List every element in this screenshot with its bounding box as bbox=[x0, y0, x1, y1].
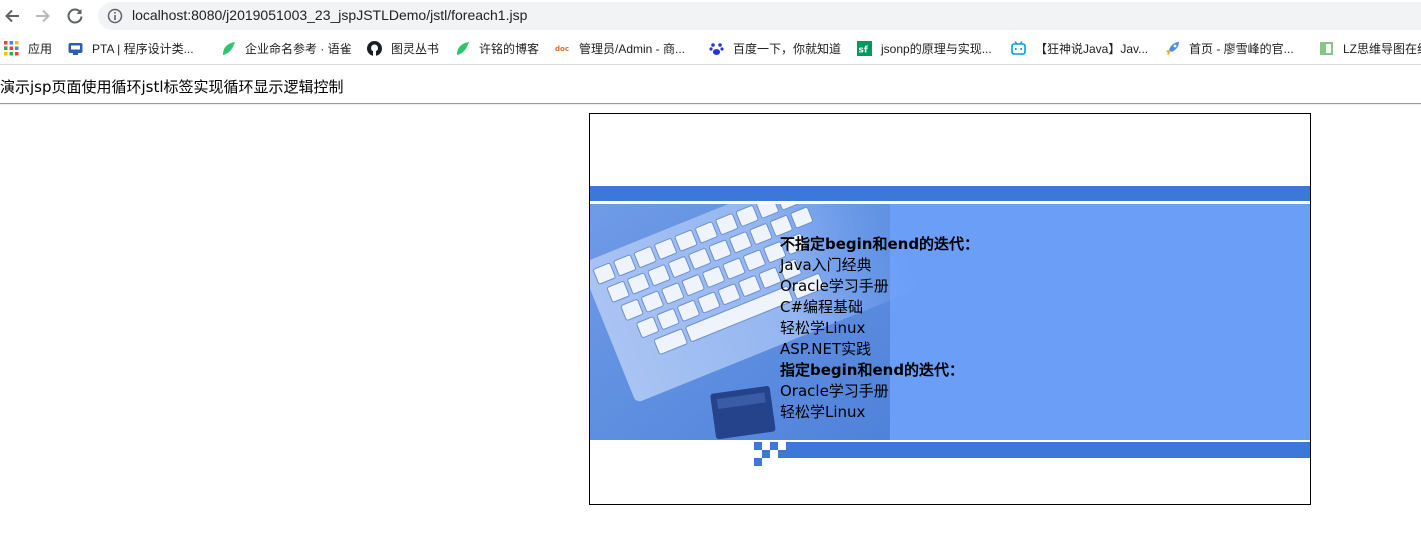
bookmark-label: 应用 bbox=[28, 41, 53, 56]
bookmark-label: 企业命名参考 · 语雀 bbox=[245, 41, 352, 56]
checker-square bbox=[778, 450, 786, 458]
bookmark-label: LZ思维导图在线 bbox=[1343, 41, 1421, 56]
address-bar[interactable]: localhost:8080/j2019051003_23_jspJSTLDem… bbox=[98, 2, 1421, 30]
bookmark-label: 管理员/Admin - 商... bbox=[579, 41, 686, 56]
book-item: Java入门经典 bbox=[780, 256, 872, 274]
reload-button[interactable] bbox=[63, 4, 87, 28]
bookmark-label: PTA | 程序设计类... bbox=[92, 41, 194, 56]
browser-toolbar: localhost:8080/j2019051003_23_jspJSTLDem… bbox=[0, 0, 1421, 32]
reload-icon bbox=[67, 8, 83, 24]
pta-icon bbox=[68, 42, 83, 55]
iteration-output: 不指定begin和end的迭代： Java入门经典 Oracle学习手册 C#编… bbox=[780, 234, 979, 423]
yuque-icon bbox=[223, 41, 235, 55]
segmentfault-icon: sf bbox=[857, 40, 872, 56]
horizontal-rule bbox=[0, 103, 1421, 105]
bookmark-admin[interactable]: doc 管理员/Admin - 商... bbox=[555, 39, 685, 57]
info-icon[interactable] bbox=[107, 8, 123, 24]
bookmark-kuangshen[interactable]: 【狂神说Java】Jav... bbox=[1011, 39, 1148, 57]
bookmark-apps[interactable]: 应用 bbox=[4, 39, 52, 57]
section-heading-bounded: 指定begin和end的迭代： bbox=[780, 361, 965, 379]
banner-bottom-band bbox=[786, 442, 1310, 458]
bookmark-label: 许铭的博客 bbox=[479, 41, 540, 56]
book-item: 轻松学Linux bbox=[780, 319, 866, 337]
book-item: C#编程基础 bbox=[780, 298, 864, 316]
bookmark-turing[interactable]: 图灵丛书 bbox=[367, 39, 439, 57]
svg-text:sf: sf bbox=[859, 45, 868, 55]
back-button[interactable] bbox=[0, 4, 24, 28]
checker-square bbox=[770, 442, 778, 450]
bookmark-yuque[interactable]: 企业命名参考 · 语雀 bbox=[221, 39, 352, 57]
arrow-left-icon bbox=[5, 9, 19, 23]
content-table: 不指定begin和end的迭代： Java入门经典 Oracle学习手册 C#编… bbox=[589, 113, 1311, 505]
section-heading-unbounded: 不指定begin和end的迭代： bbox=[780, 235, 980, 253]
bookmark-label: 图灵丛书 bbox=[391, 41, 440, 56]
bookmark-label: 首页 - 廖雪峰的官... bbox=[1189, 41, 1294, 56]
doc-icon: doc bbox=[555, 45, 569, 53]
checker-square bbox=[762, 450, 770, 458]
forward-button[interactable] bbox=[31, 4, 55, 28]
bookmark-liaoxuefeng[interactable]: 首页 - 廖雪峰的官... bbox=[1165, 39, 1294, 57]
bookmark-pta[interactable]: PTA | 程序设计类... bbox=[68, 39, 194, 57]
url-text[interactable]: localhost:8080/j2019051003_23_jspJSTLDem… bbox=[132, 7, 527, 23]
book-item: Oracle学习手册 bbox=[780, 277, 889, 295]
bookmark-jsonp[interactable]: sf jsonp的原理与实现... bbox=[857, 39, 992, 57]
github-icon bbox=[367, 40, 382, 56]
page-title: 演示jsp页面使用循环jstl标签实现循环显示逻辑控制 bbox=[0, 78, 344, 96]
checker-square bbox=[754, 442, 762, 450]
bookmark-baidu[interactable]: 百度一下，你就知道 bbox=[709, 39, 841, 57]
mindmap-icon bbox=[1320, 41, 1333, 55]
book-item: ASP.NET实践 bbox=[780, 340, 872, 358]
svg-text:doc: doc bbox=[555, 45, 569, 53]
book-item: 轻松学Linux bbox=[780, 403, 866, 421]
baidu-paw-icon bbox=[709, 42, 724, 55]
rocket-icon bbox=[1166, 41, 1179, 55]
bookmark-label: 【狂神说Java】Jav... bbox=[1035, 41, 1149, 56]
book-item: Oracle学习手册 bbox=[780, 382, 889, 400]
yuque-icon bbox=[457, 41, 469, 55]
bookmark-label: 百度一下，你就知道 bbox=[733, 41, 842, 56]
bookmark-lz-mindmap[interactable]: LZ思维导图在线 bbox=[1319, 39, 1421, 57]
bookmark-xuming-blog[interactable]: 许铭的博客 bbox=[455, 39, 539, 57]
apps-grid-icon bbox=[4, 40, 19, 55]
bookmark-label: jsonp的原理与实现... bbox=[881, 41, 992, 56]
checker-square bbox=[754, 458, 762, 466]
bilibili-icon bbox=[1011, 40, 1026, 55]
banner-top-band bbox=[590, 186, 1310, 201]
arrow-right-icon bbox=[36, 9, 50, 23]
bookmarks-bar: 应用 PTA | 程序设计类... 企业命名参考 · 语雀 图灵丛书 许铭的博客… bbox=[0, 32, 1421, 65]
